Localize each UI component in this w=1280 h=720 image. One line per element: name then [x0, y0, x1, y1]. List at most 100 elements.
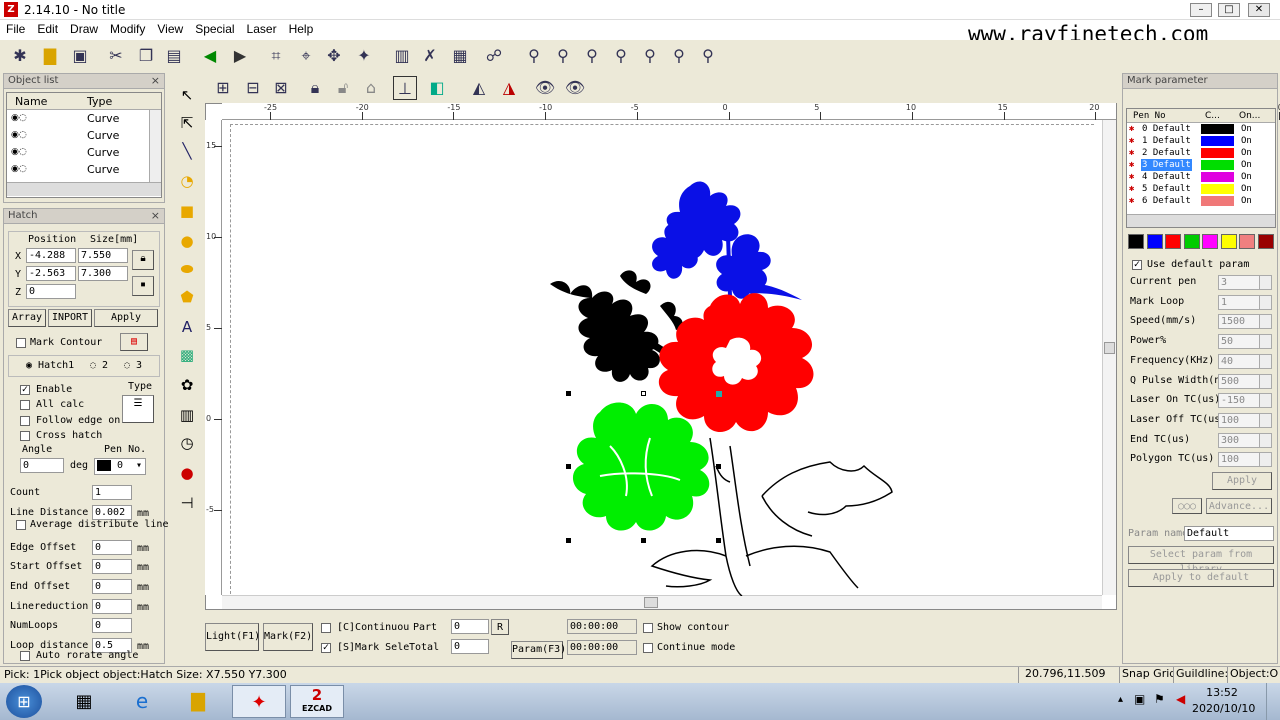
minimize-button[interactable]: – — [1190, 3, 1212, 17]
ellipse-icon[interactable]: ⬬ — [176, 258, 198, 280]
import-button[interactable]: INPORT — [48, 309, 92, 327]
pen-color-swatch[interactable] — [1201, 136, 1234, 146]
pen-row[interactable]: ✱ 6 Default On — [1127, 195, 1275, 207]
pointer-icon[interactable]: ↖ — [176, 84, 198, 106]
palette-color-swatch[interactable] — [1257, 234, 1274, 249]
polygon-icon[interactable]: ⬟ — [176, 286, 198, 308]
mirror-vertical-icon[interactable]: ◮ — [497, 76, 521, 100]
network-tray-icon[interactable]: ▣ — [1134, 692, 1145, 706]
tray-arrow-icon[interactable]: ▴ — [1118, 694, 1123, 705]
hatch-field-input[interactable]: 0 — [92, 599, 132, 614]
close-button[interactable]: ✕ — [1248, 3, 1270, 17]
palette-color-swatch[interactable] — [1202, 234, 1218, 249]
lock-icon[interactable]: 🔒︎ — [303, 76, 327, 100]
hatch-icon[interactable]: ▥ — [390, 44, 414, 68]
preview-icon[interactable]: 👁︎ — [563, 76, 587, 100]
mirror-horizontal-icon[interactable]: ◭ — [467, 76, 491, 100]
col-color[interactable]: C... — [1205, 109, 1220, 123]
close-icon[interactable]: × — [151, 209, 160, 223]
x-size-input[interactable]: 7.550 — [78, 248, 128, 263]
y-size-input[interactable]: 7.300 — [78, 266, 128, 281]
align-center-icon[interactable]: ⊟ — [241, 76, 265, 100]
pen-color-swatch[interactable] — [1201, 196, 1234, 206]
volume-muted-icon[interactable]: ◀ — [1176, 692, 1185, 706]
param-apply-button[interactable]: Apply — [1212, 472, 1272, 490]
spin-icon[interactable] — [1259, 413, 1271, 427]
ungroup-icon[interactable]: ✦ — [352, 44, 376, 68]
part-input[interactable]: 0 — [451, 619, 489, 634]
selection-handle[interactable] — [716, 538, 721, 543]
menu-edit[interactable]: Edit — [31, 20, 64, 38]
object-snap-toggle[interactable]: Object:O — [1227, 667, 1280, 683]
pen-select[interactable]: 0 ▾ — [94, 458, 146, 475]
vertical-scrollbar[interactable] — [149, 110, 161, 182]
menu-special[interactable]: Special — [189, 20, 240, 38]
enable-checkbox[interactable]: ✓ — [20, 385, 30, 395]
menu-file[interactable]: File — [0, 20, 31, 38]
new-file-icon[interactable]: ✱ — [8, 44, 32, 68]
clock-date[interactable]: 2020/10/10 — [1192, 702, 1255, 715]
timer-icon[interactable]: ◷ — [176, 432, 198, 454]
apply-button[interactable]: Apply — [94, 309, 158, 327]
col-name[interactable]: Name — [15, 93, 47, 110]
anchor-grid-icon[interactable]: ▪ — [132, 276, 154, 296]
average-distribute-checkbox[interactable] — [16, 520, 26, 530]
col-pen-no[interactable]: Pen No — [1133, 109, 1166, 123]
green-flower[interactable] — [572, 402, 710, 531]
hatch-field-input[interactable]: 0 — [92, 559, 132, 574]
ezcad-taskbar-button[interactable]: 2 EZCAD — [290, 685, 344, 718]
snap-grid-toggle[interactable]: Snap Grid — [1119, 667, 1173, 683]
selection-handle[interactable] — [641, 391, 646, 396]
pen-row[interactable]: ✱ 4 Default On — [1127, 171, 1275, 183]
show-contour-checkbox[interactable] — [643, 623, 653, 633]
hatch2-radio[interactable]: ◌ 2 — [90, 360, 108, 371]
pen-row[interactable]: ✱ 0 Default On — [1127, 123, 1275, 135]
auto-rotate-checkbox[interactable] — [20, 651, 30, 661]
zoom-selection-icon[interactable]: ⚲ — [667, 44, 691, 68]
mark-button[interactable]: Mark(F2) — [263, 623, 313, 651]
param-input[interactable]: 100 — [1218, 412, 1272, 428]
continue-mode-checkbox[interactable] — [643, 643, 653, 653]
col-type[interactable]: Type — [87, 93, 112, 110]
hatch-type-icon[interactable]: ☰ — [122, 395, 154, 423]
follow-edge-checkbox[interactable] — [20, 416, 30, 426]
unlock-icon[interactable]: 🔓︎ — [331, 76, 355, 100]
tools-icon[interactable]: ✗ — [418, 44, 442, 68]
hatch-field-input[interactable]: 1 — [92, 485, 132, 500]
show-desktop-button[interactable] — [1266, 683, 1280, 720]
zoom-page-icon[interactable]: ⚲ — [696, 44, 720, 68]
menu-view[interactable]: View — [151, 20, 189, 38]
continuous-checkbox[interactable] — [321, 623, 331, 633]
hatch1-radio[interactable]: ◉ Hatch1 — [26, 360, 74, 371]
horizontal-scrollbar[interactable] — [7, 182, 161, 196]
hatch-field-input[interactable]: 0 — [92, 540, 132, 555]
file-explorer-icon[interactable]: ▇ — [176, 686, 220, 717]
spin-icon[interactable] — [1259, 394, 1271, 408]
spin-icon[interactable] — [1259, 374, 1271, 388]
y-position-input[interactable]: -2.563 — [26, 266, 76, 281]
param-input[interactable]: 1500 — [1218, 314, 1272, 330]
vector-file-icon[interactable]: ✿ — [176, 374, 198, 396]
mark-contour-checkbox[interactable] — [16, 338, 26, 348]
zoom-all-icon[interactable]: ⚲ — [638, 44, 662, 68]
pen-list-scrollbar[interactable] — [1127, 214, 1275, 227]
object-list-box[interactable]: Name Type ◉◌ Curve ◉◌ Curve ◉◌ Curve ◉◌ Curv… — [6, 92, 162, 198]
align-grid-icon[interactable]: ⊠ — [269, 76, 293, 100]
palette-color-swatch[interactable] — [1146, 234, 1163, 249]
param-input[interactable]: 50 — [1218, 334, 1272, 350]
hatch-field-input[interactable]: 0.002 — [92, 505, 132, 520]
list-item[interactable]: ◉◌ Curve — [7, 144, 161, 161]
spin-icon[interactable] — [1259, 295, 1271, 309]
palette-color-swatch[interactable] — [1183, 234, 1200, 249]
angle-input[interactable]: 0 — [20, 458, 64, 473]
menu-help[interactable]: Help — [283, 20, 320, 38]
text-icon[interactable]: A — [176, 316, 198, 338]
group-icon[interactable]: ✥ — [322, 44, 346, 68]
canvas-horizontal-scrollbar[interactable] — [222, 595, 1102, 609]
pen-row[interactable]: ✱ 2 Default On — [1127, 147, 1275, 159]
circle-icon[interactable]: ● — [176, 230, 198, 252]
array-button[interactable]: Array — [8, 309, 46, 327]
node-edit-icon[interactable]: ⌗ — [264, 44, 288, 68]
hatch3-radio[interactable]: ◌ 3 — [124, 360, 142, 371]
copy-icon[interactable]: ❐ — [134, 44, 158, 68]
